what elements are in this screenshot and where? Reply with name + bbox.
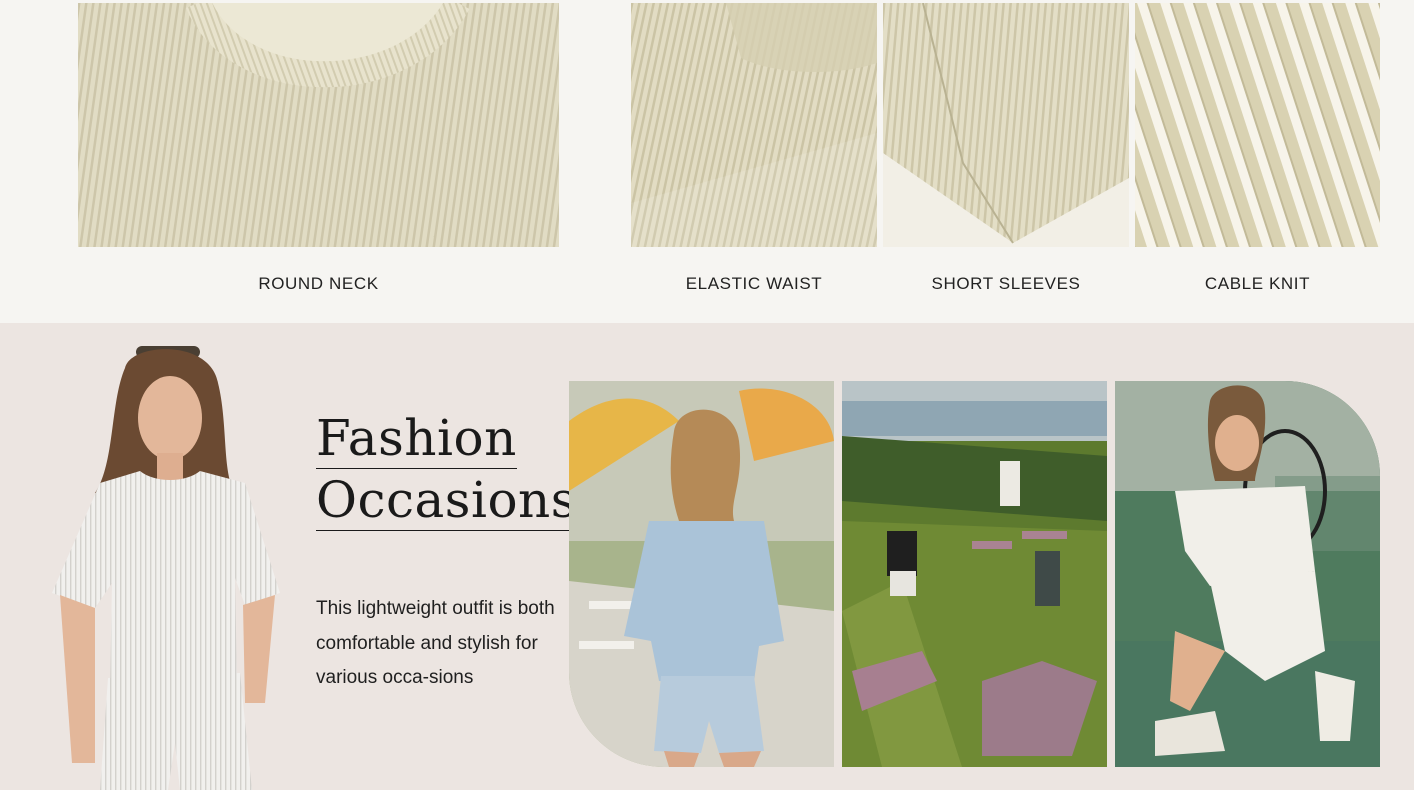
- elastic-waist-image: [631, 3, 877, 247]
- beach-resort-photo: [569, 381, 834, 767]
- fashion-occasions-section: Fashion Occasions This lightweight outfi…: [0, 323, 1414, 790]
- model-photo: [40, 343, 290, 790]
- features-section: ROUND NECK ELASTIC WAIST SHORT SLEEVES C…: [0, 0, 1414, 323]
- occasions-title-line2: Occasions: [316, 471, 577, 531]
- occasions-description: This lightweight outfit is both comforta…: [316, 598, 555, 688]
- feature-label-elastic-waist: ELASTIC WAIST: [685, 274, 823, 293]
- feature-label-short-sleeves: SHORT SLEEVES: [931, 274, 1081, 293]
- feature-label-round-neck: ROUND NECK: [258, 274, 379, 293]
- cable-knit-image: [1135, 3, 1380, 247]
- feature-label-cable-knit: CABLE KNIT: [1204, 274, 1311, 293]
- occasions-title-line1: Fashion: [316, 409, 517, 469]
- tennis-court-photo: [1115, 381, 1380, 767]
- round-neck-image: [78, 3, 559, 247]
- outdoor-yoga-photo: [842, 381, 1107, 767]
- short-sleeves-image: [883, 3, 1129, 247]
